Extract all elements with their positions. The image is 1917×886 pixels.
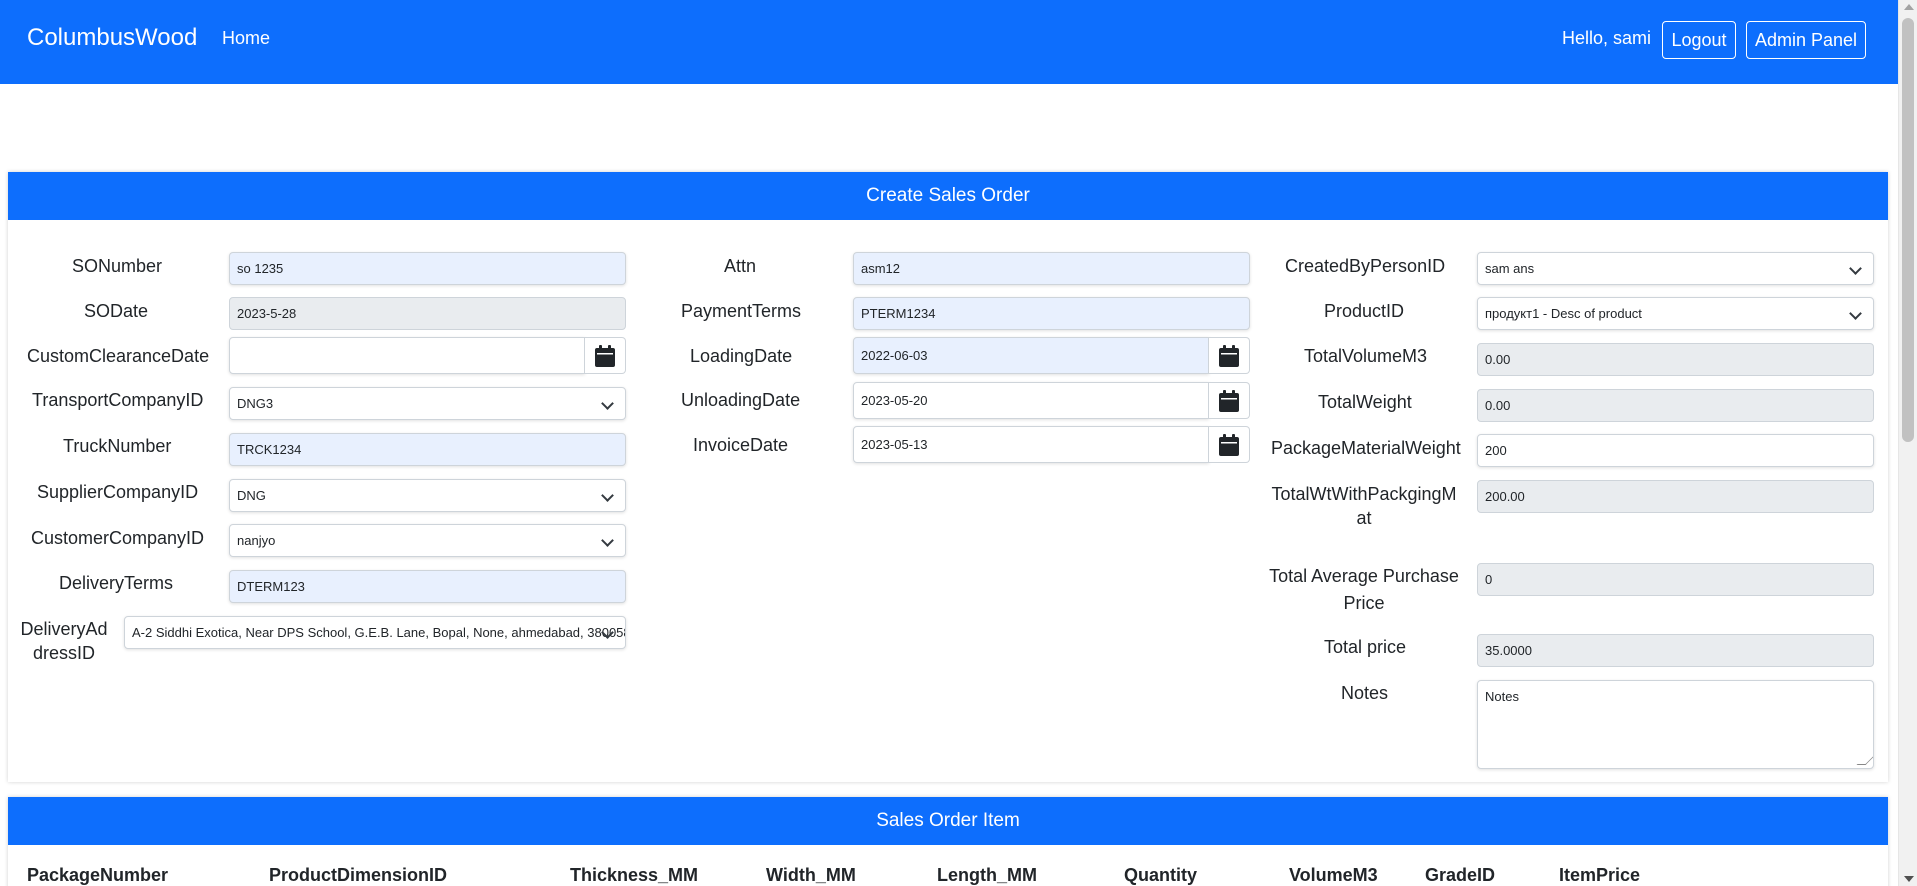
create-sales-order-title: Create Sales Order: [8, 172, 1888, 220]
invoice-date-picker-button[interactable]: [1209, 426, 1250, 463]
so-number-label: SONumber: [72, 256, 163, 276]
truck-number-input[interactable]: TRCK1234: [229, 433, 626, 466]
scroll-up-arrow-icon[interactable]: [1904, 4, 1914, 10]
column-header-item-price: ItemPrice: [1559, 865, 1641, 885]
total-wt-packaging-label-line1: TotalWtWithPackgingM: [1271, 484, 1457, 504]
product-select[interactable]: продукт1 - Desc of product: [1477, 297, 1874, 330]
column-header-length: Length_MM: [937, 865, 1037, 885]
chevron-down-icon: [1849, 262, 1862, 275]
total-wt-packaging-input: 200.00: [1477, 480, 1874, 513]
calendar-icon: [1219, 389, 1239, 412]
transport-company-select[interactable]: DNG3: [229, 387, 626, 420]
column-header-product-dimension: ProductDimensionID: [269, 865, 448, 885]
total-volume-label: TotalVolumeM3: [1304, 346, 1428, 366]
so-number-input[interactable]: so 1235: [229, 252, 626, 285]
chevron-down-icon: [601, 489, 614, 502]
chevron-down-icon: [601, 397, 614, 410]
so-date-label: SODate: [84, 301, 149, 321]
transport-company-value: DNG3: [237, 396, 274, 411]
supplier-company-value: DNG: [237, 488, 266, 503]
customer-company-value: nanjyo: [237, 533, 276, 548]
delivery-address-value: A-2 Siddhi Exotica, Near DPS School, G.E…: [132, 625, 626, 640]
notes-value: Notes: [1485, 689, 1519, 704]
product-label: ProductID: [1324, 301, 1405, 321]
loading-date-label: LoadingDate: [690, 346, 793, 366]
unloading-date-input[interactable]: 2023-05-20: [853, 382, 1209, 419]
total-avg-purchase-input: 0: [1477, 563, 1874, 596]
scroll-down-arrow-icon[interactable]: [1904, 876, 1914, 882]
notes-label: Notes: [1341, 683, 1389, 703]
notes-textarea[interactable]: Notes: [1477, 680, 1874, 769]
transport-company-label: TransportCompanyID: [32, 390, 204, 410]
custom-clearance-date-picker-button[interactable]: [585, 337, 626, 374]
created-by-label: CreatedByPersonID: [1285, 256, 1446, 276]
created-by-value: sam ans: [1485, 261, 1535, 276]
custom-clearance-date-label: CustomClearanceDate: [27, 346, 210, 366]
page-scrollbar[interactable]: [1898, 0, 1917, 886]
nav-home-link[interactable]: Home: [222, 28, 270, 49]
product-value: продукт1 - Desc of product: [1485, 306, 1642, 321]
customer-company-select[interactable]: nanjyo: [229, 524, 626, 557]
customer-company-label: CustomerCompanyID: [31, 528, 205, 548]
chevron-down-icon: [1849, 307, 1862, 320]
brand-link[interactable]: ColumbusWood: [27, 24, 197, 52]
supplier-company-label: SupplierCompanyID: [37, 482, 199, 502]
package-material-weight-input[interactable]: 200: [1477, 434, 1874, 467]
unloading-date-picker-button[interactable]: [1209, 382, 1250, 419]
total-price-label: Total price: [1324, 637, 1407, 657]
chevron-down-icon: [601, 534, 614, 547]
column-header-package-number: PackageNumber: [27, 865, 169, 885]
total-avg-purchase-label-line1: Total Average Purchase: [1269, 566, 1459, 586]
sales-order-item-title: Sales Order Item: [8, 797, 1888, 845]
total-wt-packaging-label-line2: at: [1356, 508, 1372, 528]
custom-clearance-date-input[interactable]: [229, 337, 585, 374]
supplier-company-select[interactable]: DNG: [229, 479, 626, 512]
payment-terms-input[interactable]: PTERM1234: [853, 297, 1250, 330]
loading-date-picker-button[interactable]: [1209, 337, 1250, 374]
calendar-icon: [1219, 433, 1239, 456]
user-greeting: Hello, sami: [1562, 28, 1652, 48]
delivery-address-select[interactable]: A-2 Siddhi Exotica, Near DPS School, G.E…: [124, 616, 626, 649]
total-wt-packaging-label: TotalWtWithPackgingM at: [1271, 482, 1457, 530]
admin-panel-button[interactable]: Admin Panel: [1746, 21, 1866, 59]
invoice-date-label: InvoiceDate: [693, 435, 789, 455]
total-price-input: 35.0000: [1477, 634, 1874, 667]
truck-number-label: TruckNumber: [63, 436, 172, 456]
delivery-terms-input[interactable]: DTERM123: [229, 570, 626, 603]
logout-button[interactable]: Logout: [1662, 21, 1736, 59]
payment-terms-label: PaymentTerms: [681, 301, 802, 321]
calendar-icon: [1219, 344, 1239, 367]
total-weight-label: TotalWeight: [1318, 392, 1412, 412]
column-header-thickness: Thickness_MM: [570, 865, 699, 885]
invoice-date-input[interactable]: 2023-05-13: [853, 426, 1209, 463]
total-avg-purchase-label-line2: Price: [1343, 593, 1385, 613]
so-date-input: 2023-5-28: [229, 297, 626, 330]
delivery-address-label-line2: dressID: [32, 643, 95, 663]
resize-handle-icon[interactable]: [1856, 756, 1873, 765]
column-header-width: Width_MM: [766, 865, 856, 885]
scrollbar-thumb[interactable]: [1902, 18, 1914, 442]
calendar-icon: [595, 344, 615, 367]
delivery-address-label-line1: DeliveryAd: [20, 619, 108, 639]
top-navbar: ColumbusWood Home Hello, sami Logout Adm…: [0, 0, 1898, 84]
attn-input[interactable]: asm12: [853, 252, 1250, 285]
delivery-terms-label: DeliveryTerms: [59, 573, 174, 593]
total-avg-purchase-label: Total Average Purchase Price: [1268, 563, 1460, 617]
column-header-grade: GradeID: [1425, 865, 1496, 885]
attn-label: Attn: [724, 256, 757, 276]
delivery-address-label: DeliveryAd dressID: [16, 617, 112, 665]
unloading-date-label: UnloadingDate: [681, 390, 801, 410]
total-volume-input: 0.00: [1477, 343, 1874, 376]
total-weight-input: 0.00: [1477, 389, 1874, 422]
created-by-select[interactable]: sam ans: [1477, 252, 1874, 285]
column-header-quantity: Quantity: [1124, 865, 1198, 885]
column-header-volume: VolumeM3: [1289, 865, 1378, 885]
loading-date-input[interactable]: 2022-06-03: [853, 337, 1209, 374]
package-material-weight-label: PackageMaterialWeight: [1271, 438, 1461, 458]
